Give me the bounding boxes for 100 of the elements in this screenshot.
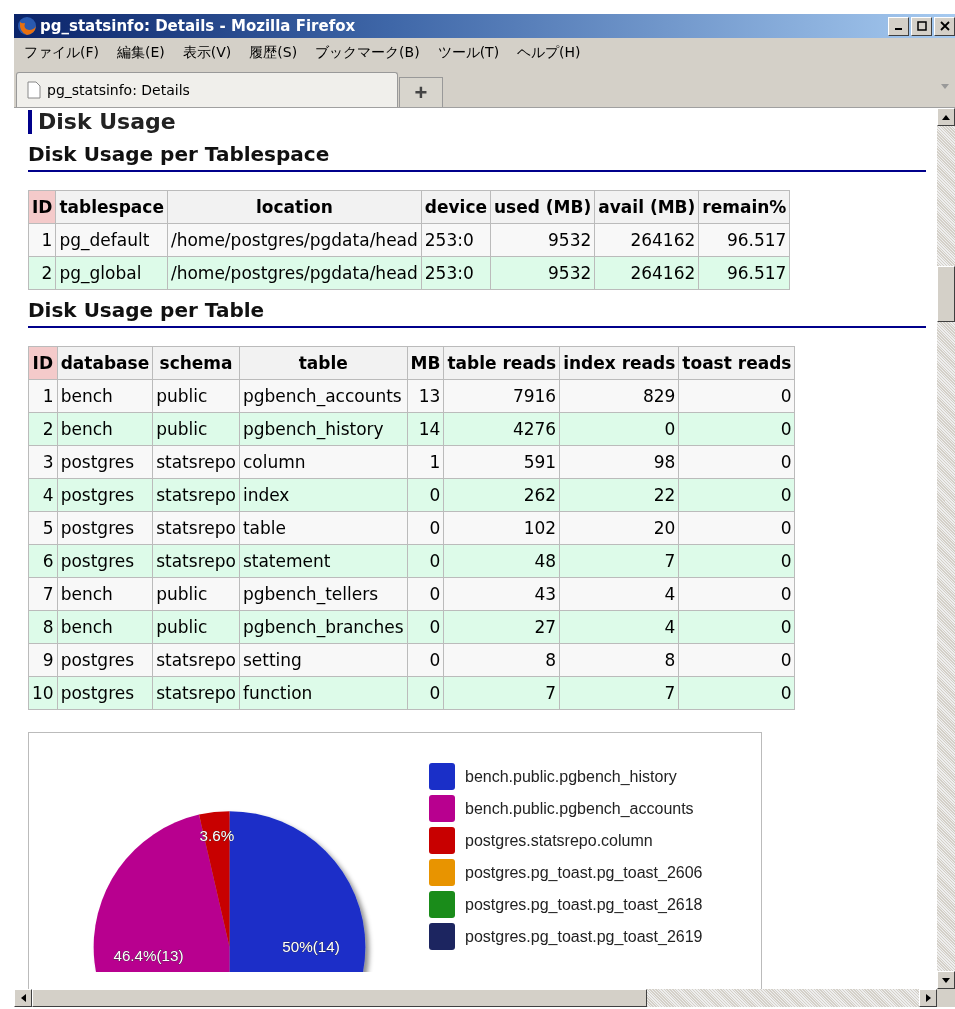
table-cell: 96.517 [698,223,790,257]
table-cell: 0 [678,379,795,413]
table-cell: postgres [57,544,153,578]
column-header: device [421,190,491,224]
table-cell: statsrepo [152,676,240,710]
table-cell: pgbench_tellers [239,577,408,611]
up-arrow-icon[interactable] [942,114,950,120]
table-cell: 8 [28,610,58,644]
menu-item[interactable]: 編集(E) [111,44,177,62]
table-cell: 253:0 [421,223,491,257]
legend-label: bench.public.pgbench_accounts [465,799,694,818]
scrollbar-thumb[interactable] [937,266,955,322]
table-cell: postgres [57,478,153,512]
minimize-button[interactable] [888,16,909,36]
table-cell: postgres [57,676,153,710]
legend-label: postgres.statsrepo.column [465,831,653,850]
table-cell: pgbench_accounts [239,379,408,413]
table-cell: 829 [559,379,679,413]
legend-label: postgres.pg_toast.pg_toast_2618 [465,895,703,914]
column-header: table reads [443,346,560,380]
table-cell: 264162 [594,223,699,257]
table-cell: pgbench_history [239,412,408,446]
slice-label: 50%(14) [282,937,340,955]
table-cell: bench [57,379,153,413]
table-cell: 0 [678,577,795,611]
column-header: MB [407,346,444,380]
close-button[interactable] [934,16,955,36]
table-cell: 7 [443,676,560,710]
column-header: avail (MB) [594,190,699,224]
table-cell: 4 [28,478,58,512]
table-cell: pg_default [55,223,168,257]
table-cell: 264162 [594,256,699,290]
table-cell: bench [57,610,153,644]
table-cell: 0 [678,610,795,644]
table-cell: 43 [443,577,560,611]
table-cell: 27 [443,610,560,644]
scrollbar-thumb[interactable] [32,989,647,1007]
maximize-button[interactable] [911,16,932,36]
table-cell: 7916 [443,379,560,413]
table-cell: function [239,676,408,710]
column-header: table [239,346,408,380]
table-cell: postgres [57,643,153,677]
table-cell: statsrepo [152,445,240,479]
table-cell: 0 [678,544,795,578]
table-cell: index [239,478,408,512]
menu-item[interactable]: 履歴(S) [243,44,310,62]
down-arrow-icon[interactable] [942,977,950,983]
menu-item[interactable]: ヘルプ(H) [511,44,593,62]
section-heading: Disk Usage per Table [28,298,926,328]
table-cell: statsrepo [152,478,240,512]
vertical-scrollbar[interactable] [937,108,955,989]
browser-logo-icon [17,16,37,36]
table-cell: 9532 [490,223,595,257]
table-cell: 9532 [490,256,595,290]
table-cell: 1 [28,379,58,413]
maximize-icon [916,21,927,31]
right-arrow-icon[interactable] [925,994,931,1002]
table-cell: 8 [443,643,560,677]
menu-item[interactable]: ファイル(F) [18,44,111,62]
menu-item[interactable]: 表示(V) [176,44,244,62]
column-header: ID [28,190,56,224]
table-cell: 10 [28,676,58,710]
new-tab-button[interactable]: + [399,77,443,107]
table-cell: 7 [28,577,58,611]
table-cell: postgres [57,511,153,545]
menu-item[interactable]: ツール(T) [431,44,512,62]
legend-label: bench.public.pgbench_history [465,767,677,786]
table-cell: 6 [28,544,58,578]
table-cell: public [152,610,240,644]
minimize-icon [895,28,902,30]
table-cell: 0 [678,643,795,677]
column-header: used (MB) [490,190,595,224]
slice-label: 46.4%(13) [113,946,184,964]
table-cell: bench [57,412,153,446]
column-header: ID [28,346,58,380]
legend-label: postgres.pg_toast.pg_toast_2606 [465,863,703,882]
legend-label: postgres.pg_toast.pg_toast_2619 [465,927,703,946]
table-cell: statsrepo [152,544,240,578]
table-cell: 0 [678,511,795,545]
table-cell: 2 [28,412,58,446]
table-cell: 20 [559,511,679,545]
table-cell: 1 [28,223,56,257]
table-cell: 591 [443,445,560,479]
table-cell: 7 [559,544,679,578]
table-cell: 4 [559,577,679,611]
table-cell: 4 [559,610,679,644]
browser-tab[interactable]: pg_statsinfo: Details [16,72,398,107]
table-cell: 0 [678,412,795,446]
column-header: tablespace [55,190,168,224]
menu-item[interactable]: ブックマーク(B) [309,44,432,62]
table-cell: 102 [443,511,560,545]
column-header: location [167,190,422,224]
table-cell: 0 [678,445,795,479]
section-heading: Disk Usage per Tablespace [28,142,926,172]
table-cell: public [152,412,240,446]
column-header: database [57,346,153,380]
table-cell: 7 [559,676,679,710]
window-title: pg_statsinfo: Details - Mozilla Firefox [40,17,356,35]
left-arrow-icon[interactable] [20,994,26,1002]
table-cell: column [239,445,408,479]
